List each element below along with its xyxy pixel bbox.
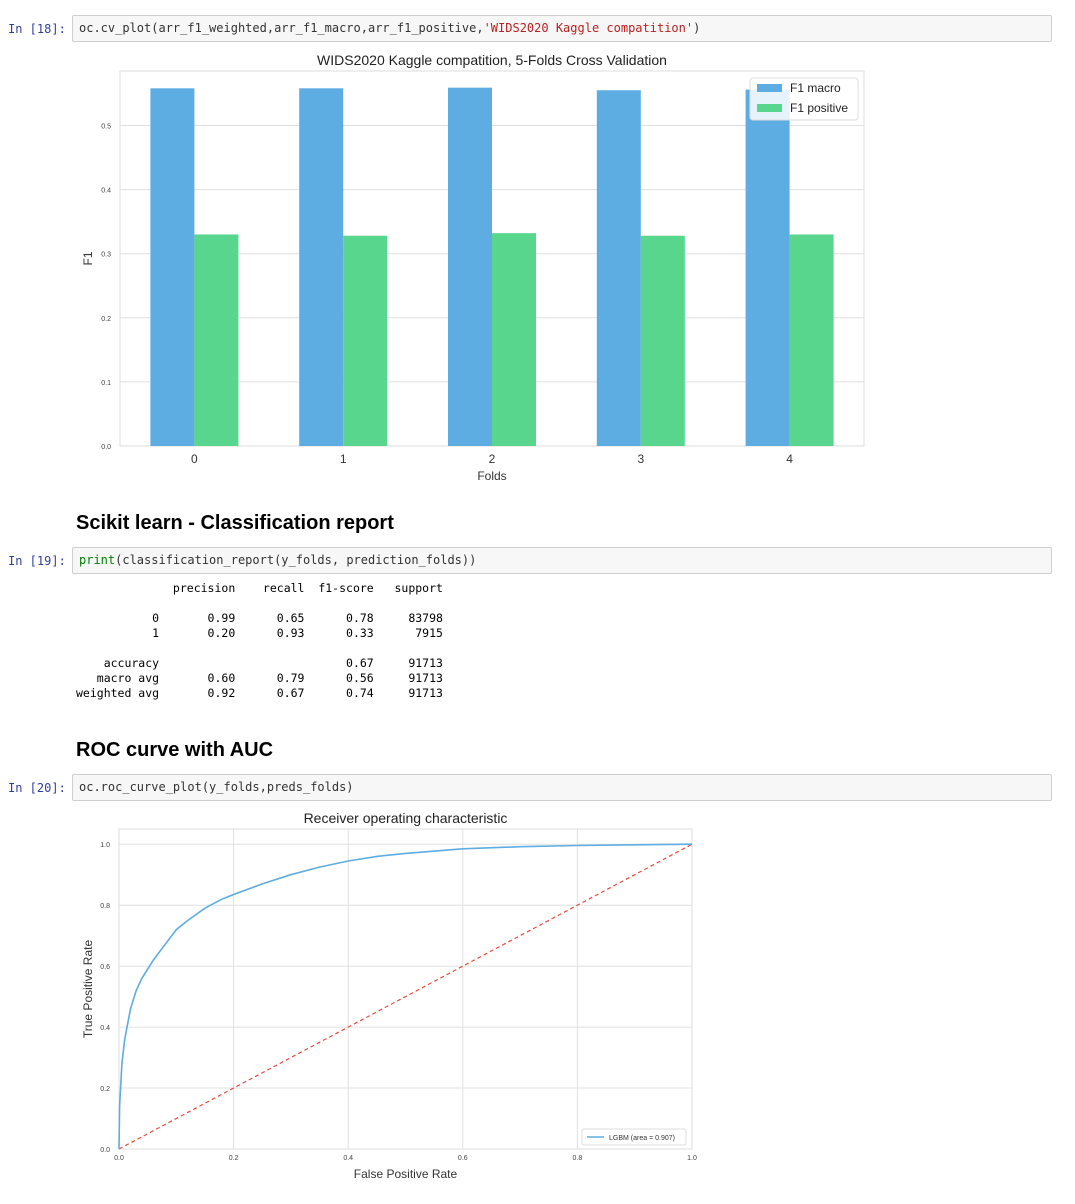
legend-label-macro: F1 macro [790, 81, 841, 95]
code-text: oc.cv_plot(arr_f1_weighted,arr_f1_macro,… [79, 21, 484, 35]
legend-label-positive: F1 positive [790, 101, 848, 115]
y-tick-label: 0.5 [101, 123, 111, 130]
chart-title: Receiver operating characteristic [304, 810, 508, 826]
bar-f1-positive [492, 233, 536, 446]
x-tick-label: 0 [191, 452, 198, 466]
cell-prompt-18: In [18]: [8, 22, 66, 36]
y-tick-label: 0.4 [100, 1025, 110, 1032]
bar-f1-positive [789, 234, 834, 446]
bar-f1-positive [640, 235, 685, 446]
bar-f1-macro [745, 89, 790, 446]
legend-swatch-macro [757, 84, 782, 92]
bar-f1-macro [596, 90, 641, 446]
code-text: oc.roc_curve_plot(y_folds,preds_folds) [79, 780, 354, 794]
code-text: (classification_report(y_folds, predicti… [115, 553, 477, 567]
legend-swatch-positive [757, 104, 782, 112]
y-tick-label: 0.6 [100, 964, 110, 971]
x-tick-label: 0.6 [458, 1155, 468, 1162]
y-tick-label: 0.0 [100, 1147, 110, 1154]
code-cell-18[interactable]: oc.cv_plot(arr_f1_weighted,arr_f1_macro,… [72, 15, 1052, 42]
code-keyword: print [79, 553, 116, 567]
roc-heading: ROC curve with AUC [76, 739, 274, 761]
classification-report-output: precision recall f1-score support 0 0.99… [76, 581, 443, 700]
cv-bar-chart: WIDS2020 Kaggle compatition, 5-Folds Cro… [81, 52, 865, 483]
y-tick-label: 1.0 [100, 842, 110, 849]
x-tick-label: 0.2 [229, 1155, 239, 1162]
roc-curve-chart: Receiver operating characteristic 0.0 0.2 0… [81, 810, 697, 1181]
bar-f1-macro [299, 88, 344, 447]
y-tick-label: 0.4 [101, 188, 111, 195]
x-tick-label: 0.0 [114, 1155, 124, 1162]
chart-title: WIDS2020 Kaggle compatition, 5-Folds Cro… [317, 52, 667, 68]
x-tick-label: 4 [786, 452, 793, 466]
x-tick-label: 1 [340, 452, 347, 466]
y-axis-label: True Positive Rate [81, 940, 95, 1039]
cell-prompt-20: In [20]: [8, 781, 66, 795]
x-axis-label: False Positive Rate [354, 1167, 458, 1181]
code-text-end: ) [693, 21, 701, 35]
y-tick-label: 0.0 [101, 444, 111, 451]
code-cell-20[interactable]: oc.roc_curve_plot(y_folds,preds_folds) [72, 774, 1052, 801]
x-tick-label: 0.4 [343, 1155, 353, 1162]
plot-area [118, 828, 693, 1150]
code-cell-19[interactable]: print(classification_report(y_folds, pre… [72, 547, 1052, 574]
cell-prompt-19: In [19]: [8, 554, 66, 568]
y-axis-label: F1 [81, 251, 95, 265]
classification-report-heading: Scikit learn - Classification report [76, 512, 394, 534]
bar-f1-positive [194, 234, 239, 446]
legend-label-roc: LGBM (area = 0.907) [609, 1135, 675, 1142]
x-tick-label: 1.0 [687, 1155, 697, 1162]
y-tick-label: 0.3 [101, 252, 111, 259]
y-tick-label: 0.2 [100, 1086, 110, 1093]
bar-f1-macro [448, 87, 492, 446]
x-tick-label: 0.8 [573, 1155, 583, 1162]
y-tick-label: 0.1 [101, 380, 111, 387]
y-tick-label: 0.8 [100, 903, 110, 910]
x-tick-label: 3 [637, 452, 644, 466]
bar-f1-positive [343, 235, 388, 446]
bar-f1-macro [150, 88, 195, 447]
y-tick-label: 0.2 [101, 316, 111, 323]
x-axis-label: Folds [477, 469, 506, 483]
code-string: 'WIDS2020 Kaggle compatition' [483, 21, 694, 35]
x-tick-label: 2 [489, 452, 496, 466]
